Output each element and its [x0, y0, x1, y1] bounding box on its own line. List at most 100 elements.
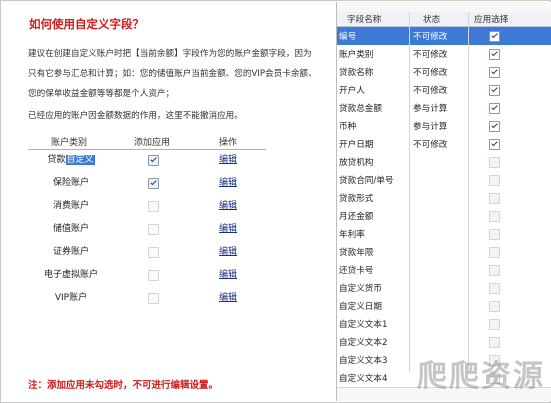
field-name: 贷款形式: [339, 194, 374, 204]
apply-select-checkbox: [489, 319, 500, 330]
apply-select-checkbox[interactable]: [489, 139, 500, 150]
edit-link[interactable]: 编辑: [219, 150, 237, 170]
watermark-logo: 爬爬资源: [417, 359, 545, 394]
col-header-status: 状态: [423, 15, 441, 25]
field-status: 不可修改: [413, 86, 448, 96]
field-status: 不可修改: [413, 50, 448, 60]
field-status: 参与计算: [413, 104, 448, 114]
help-panel: 如何使用自定义字段？ 建议在创建自定义账户时把【当前余额】字段作为您的账户金额字…: [2, 2, 335, 401]
account-name-text: 贷款: [47, 155, 66, 165]
account-name-highlight[interactable]: 自定义: [65, 155, 95, 165]
col-header-op: 操作: [219, 138, 238, 148]
apply-select-checkbox: [489, 157, 500, 168]
apply-select-checkbox[interactable]: [489, 49, 500, 60]
edit-link[interactable]: 编辑: [219, 196, 237, 216]
apply-select-checkbox[interactable]: [489, 85, 500, 96]
field-row[interactable]: 自定义货币: [337, 279, 551, 298]
field-row[interactable]: 放贷机构: [337, 153, 551, 172]
field-name: 编号: [339, 32, 357, 42]
account-row: 电子虚拟账户 编辑: [2, 265, 335, 285]
col-header-field: 字段名称: [347, 15, 382, 25]
account-name: 保险账户: [52, 178, 89, 188]
account-row: VIP账户 编辑: [2, 288, 335, 308]
column-divider: [468, 12, 469, 372]
add-apply-checkbox[interactable]: [148, 155, 159, 166]
field-row[interactable]: 自定义日期: [337, 297, 551, 316]
field-name: 账户类别: [339, 50, 374, 60]
apply-select-checkbox: [489, 193, 500, 204]
field-name: 贷款名称: [339, 68, 374, 78]
window-frame: 如何使用自定义字段？ 建议在创建自定义账户时把【当前余额】字段作为您的账户金额字…: [0, 0, 551, 403]
field-name: 币种: [339, 122, 357, 132]
account-row: 证券账户 编辑: [2, 242, 335, 262]
field-row[interactable]: 还贷卡号: [337, 261, 551, 280]
apply-select-checkbox: [489, 265, 500, 276]
edit-link[interactable]: 编辑: [219, 288, 237, 308]
account-row: 储值账户 编辑: [2, 219, 335, 239]
apply-select-checkbox: [489, 175, 500, 186]
field-row[interactable]: 月还金额: [337, 207, 551, 226]
field-row[interactable]: 贷款名称 不可修改: [337, 63, 551, 82]
apply-select-checkbox: [489, 283, 500, 294]
add-apply-checkbox: [148, 201, 159, 212]
apply-select-checkbox: [489, 337, 500, 348]
field-status: 参与计算: [413, 122, 448, 132]
account-name: 证券账户: [52, 247, 89, 257]
field-row[interactable]: 贷款总金额 参与计算: [337, 99, 551, 118]
field-name: 自定义日期: [339, 302, 382, 312]
field-name: 开户日期: [339, 140, 374, 150]
field-status: 不可修改: [413, 140, 448, 150]
field-row[interactable]: 账户类别 不可修改: [337, 45, 551, 64]
help-desc: 建议在创建自定义账户时把【当前余额】字段作为您的账户金额字段，因为 只有它参与汇…: [28, 44, 328, 104]
field-row[interactable]: 自定义文本2: [337, 333, 551, 352]
apply-select-checkbox[interactable]: [489, 31, 500, 42]
col-header-add: 添加应用: [134, 138, 171, 148]
field-name: 月还金额: [339, 212, 374, 222]
field-status: 不可修改: [413, 32, 448, 42]
edit-link[interactable]: 编辑: [219, 265, 237, 285]
col-header-category: 账户类别: [51, 138, 88, 148]
field-row[interactable]: 编号 不可修改: [337, 27, 551, 46]
apply-select-checkbox[interactable]: [489, 121, 500, 132]
edit-link[interactable]: 编辑: [219, 242, 237, 262]
add-apply-checkbox: [148, 270, 159, 281]
help-desc-line: 您的保单收益金额等等都是个人资产；: [28, 89, 175, 99]
field-name: 自定义文本4: [339, 374, 388, 384]
account-row: 贷款自定义 编辑: [2, 150, 335, 170]
field-name: 自定义文本3: [339, 356, 388, 366]
field-table: 字段名称 状态 应用选择 编号 不可修改 账户类别 不可修改 贷款名称 不可修改 开户人 不可…: [336, 2, 551, 401]
field-name: 开户人: [339, 86, 365, 96]
help-title: 如何使用自定义字段？: [29, 17, 144, 31]
account-name: VIP账户: [54, 293, 88, 303]
field-row[interactable]: 开户日期 不可修改: [337, 135, 551, 154]
add-apply-checkbox[interactable]: [148, 178, 159, 189]
field-row[interactable]: 币种 参与计算: [337, 117, 551, 136]
account-name: 储值账户: [52, 224, 89, 234]
apply-select-checkbox: [489, 229, 500, 240]
apply-select-checkbox[interactable]: [489, 103, 500, 114]
field-name: 自定义文本1: [339, 320, 388, 330]
help-desc-2: 已经应用的账户因金额数据的作用，这里不能撤消应用。: [28, 111, 243, 121]
help-desc-line: 只有它参与汇总和计算；如：您的储值账户当前金额、您的VIP会员卡余额、: [28, 69, 317, 79]
field-row[interactable]: 贷款年限: [337, 243, 551, 262]
field-status: 不可修改: [413, 68, 448, 78]
field-name: 还贷卡号: [339, 266, 374, 276]
add-apply-checkbox: [148, 224, 159, 235]
help-desc-line: 建议在创建自定义账户时把【当前余额】字段作为您的账户金额字段，因为: [28, 49, 312, 59]
account-name: 贷款自定义: [26, 150, 116, 170]
field-row[interactable]: 自定义文本1: [337, 315, 551, 334]
field-name: 贷款年限: [339, 248, 374, 258]
apply-select-checkbox[interactable]: [489, 67, 500, 78]
field-name: 放贷机构: [339, 158, 374, 168]
edit-link[interactable]: 编辑: [219, 173, 237, 193]
field-row[interactable]: 开户人 不可修改: [337, 81, 551, 100]
column-divider: [409, 12, 410, 372]
edit-link[interactable]: 编辑: [219, 219, 237, 239]
add-apply-checkbox: [148, 247, 159, 258]
add-apply-checkbox: [148, 293, 159, 304]
field-row[interactable]: 年利率: [337, 225, 551, 244]
field-row[interactable]: 贷款合同/单号: [337, 171, 551, 190]
field-name: 贷款总金额: [339, 104, 382, 114]
field-row[interactable]: 贷款形式: [337, 189, 551, 208]
account-row: 保险账户 编辑: [2, 173, 335, 193]
